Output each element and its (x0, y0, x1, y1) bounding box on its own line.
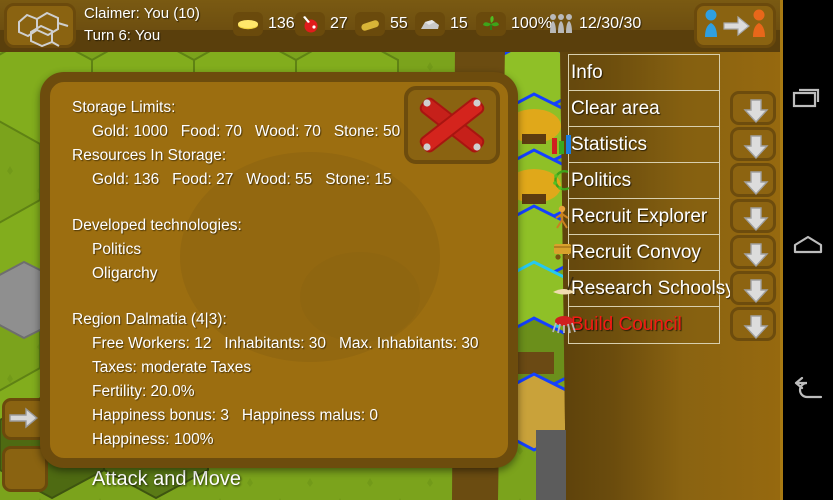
menu-item-recruit-convoy[interactable]: Recruit Convoy (554, 235, 719, 271)
resource-population: 12/30/30 (548, 8, 641, 40)
menu-item-label: Info (571, 61, 603, 83)
dialog-line: Developed technologies: (72, 217, 242, 234)
right-arrow-icon (9, 407, 39, 429)
resource-fertility: 100% (476, 8, 552, 40)
resource-gold: 136 (233, 8, 295, 40)
explorer-icon (551, 204, 573, 230)
dialog-line: Taxes: moderate Taxes (92, 359, 252, 376)
back-icon (794, 376, 823, 399)
dialog-line: Region Dalmatia (4|3): (72, 311, 227, 328)
menu-arrow-button-7[interactable] (730, 307, 776, 341)
menu-item-build-council[interactable]: Build Council (552, 307, 719, 343)
claimer-label: Claimer: You (10) (84, 5, 200, 22)
dialog-spacer (72, 286, 452, 308)
turn-label: Turn 6: You (84, 27, 161, 44)
stone-rock-icon (415, 12, 445, 36)
laurel-wreath-icon (551, 168, 573, 194)
resource-stone-value: 15 (450, 15, 468, 32)
nav-home-button[interactable] (783, 215, 833, 275)
resource-fertility-value: 100% (511, 15, 552, 32)
dialog-line: Storage Limits: (72, 99, 176, 116)
resource-stone: 15 (415, 8, 468, 40)
home-icon (793, 235, 823, 254)
hex-map-menu-button[interactable] (4, 3, 76, 48)
down-arrow-icon (743, 315, 769, 340)
scroll-quill-icon (551, 276, 575, 302)
down-arrow-icon (743, 243, 769, 268)
context-menu-panel: Info Clear area Statistics Politics Recruit … (552, 52, 780, 500)
resource-gold-value: 136 (268, 15, 295, 32)
food-meat-icon (295, 12, 325, 36)
bar-chart-icon (551, 132, 573, 158)
menu-item-politics[interactable]: Politics (553, 163, 719, 199)
council-tent-icon (551, 312, 576, 338)
down-arrow-icon (743, 135, 769, 160)
menu-arrow-button-4[interactable] (730, 199, 776, 233)
menu-item-label: Clear area (571, 97, 660, 119)
menu-item-label: Politics (571, 169, 632, 191)
dialog-line: Gold: 1000 Food: 70 Wood: 70 Stone: 50 (92, 123, 401, 140)
app-screen: Attack and Move Info Clear area Statistics… (0, 0, 833, 500)
menu-item-label: Recruit Explorer (571, 205, 708, 227)
gold-coin-icon (233, 12, 263, 36)
down-arrow-icon (743, 207, 769, 232)
resource-wood-value: 55 (390, 15, 408, 32)
menu-arrow-button-6[interactable] (730, 271, 776, 305)
resource-food: 27 (295, 8, 348, 40)
menu-item-clear-area[interactable]: Clear area (569, 91, 719, 127)
menu-item-list: Info Clear area Statistics Politics Recruit … (552, 54, 776, 344)
menu-arrow-button-1[interactable] (730, 91, 776, 125)
dialog-line: Happiness: 100% (92, 431, 214, 448)
end-turn-pawns-icon (705, 9, 765, 37)
recents-icon (792, 88, 820, 108)
dialog-line: Happiness bonus: 3 Happiness malus: 0 (92, 407, 379, 424)
menu-arrow-button-3[interactable] (730, 163, 776, 197)
dialog-line: Oligarchy (92, 265, 158, 282)
convoy-cart-icon (551, 240, 573, 266)
resource-food-value: 27 (330, 15, 348, 32)
region-info-dialog: Storage Limits: Gold: 1000 Food: 70 Wood:… (40, 72, 518, 468)
wood-log-icon (355, 12, 385, 36)
dialog-line: Politics (92, 241, 142, 258)
dialog-line: Fertility: 20.0% (92, 383, 195, 400)
menu-arrow-button-5[interactable] (730, 235, 776, 269)
down-arrow-icon (743, 279, 769, 304)
top-status-bar: Claimer: You (10) Turn 6: You 136 27 55 15 1… (0, 0, 780, 52)
dialog-text-content: Storage Limits: Gold: 1000 Food: 70 Wood:… (72, 96, 479, 452)
resource-population-value: 12/30/30 (579, 15, 642, 32)
dialog-line: Resources In Storage: (72, 147, 227, 164)
down-arrow-icon (743, 171, 769, 196)
down-arrow-icon (743, 99, 769, 124)
dialog-line: Gold: 136 Food: 27 Wood: 55 Stone: 15 (92, 171, 392, 188)
menu-item-research-schoolsystem[interactable]: Research Schoolsystem (553, 271, 776, 307)
dialog-spacer (72, 192, 452, 214)
population-icon (548, 12, 574, 36)
dialog-line: Free Workers: 12 Inhabitants: 30 Max. In… (92, 335, 479, 352)
plant-icon (476, 12, 506, 36)
nav-recents-button[interactable] (783, 68, 833, 128)
end-turn-button[interactable] (694, 3, 776, 48)
android-navigation-bar (780, 0, 833, 500)
resource-wood: 55 (355, 8, 408, 40)
menu-item-info[interactable]: Info (569, 55, 719, 91)
menu-item-label: Recruit Convoy (571, 241, 701, 263)
hex-map-icon (18, 11, 69, 48)
menu-arrow-button-2[interactable] (730, 127, 776, 161)
menu-item-statistics[interactable]: Statistics (552, 127, 719, 163)
menu-item-label: Build Council (571, 314, 682, 335)
menu-item-recruit-explorer[interactable]: Recruit Explorer (555, 199, 719, 235)
nav-back-button[interactable] (783, 360, 833, 420)
menu-item-label: Statistics (571, 133, 648, 155)
attack-and-move-label: Attack and Move (92, 468, 241, 490)
